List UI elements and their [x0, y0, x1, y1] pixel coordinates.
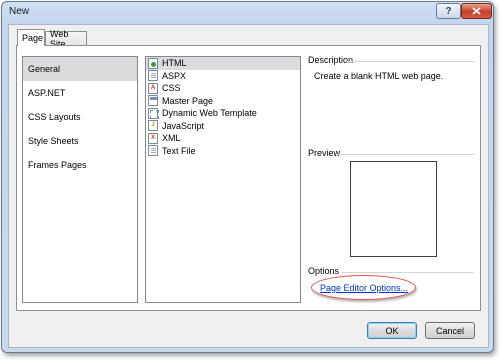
preview-label: Preview — [308, 148, 341, 158]
template-item-xml[interactable]: X XML — [146, 132, 300, 145]
preview-divider — [337, 154, 474, 155]
xml-file-icon: X — [148, 132, 158, 144]
template-item-master-page[interactable]: Master Page — [146, 95, 300, 108]
help-icon: ? — [445, 5, 452, 17]
template-item-label: HTML — [162, 58, 187, 69]
tab-panel-page: General ASP.NET CSS Layouts Style Sheets… — [16, 45, 481, 311]
html-file-icon — [148, 57, 158, 69]
options-label: Options — [308, 266, 340, 276]
tab-web-site[interactable]: Web Site — [45, 29, 87, 49]
template-item-label: JavaScript — [162, 120, 205, 131]
options-divider — [342, 272, 474, 273]
close-icon — [472, 7, 481, 15]
category-list[interactable]: General ASP.NET CSS Layouts Style Sheets… — [22, 56, 138, 303]
template-list[interactable]: HTML ASPX A CSS Master Page Dynamic Web … — [145, 56, 301, 303]
aspx-file-icon — [148, 70, 158, 82]
help-button[interactable]: ? — [436, 3, 461, 19]
template-item-dynamic-web-template[interactable]: Dynamic Web Template — [146, 107, 300, 120]
description-divider — [347, 61, 474, 62]
ok-button[interactable]: OK — [367, 322, 417, 339]
template-item-css[interactable]: A CSS — [146, 82, 300, 95]
close-button[interactable] — [461, 3, 492, 19]
tab-page[interactable]: Page — [17, 29, 45, 46]
description-text: Create a blank HTML web page. — [314, 71, 444, 81]
css-file-icon: A — [148, 82, 158, 94]
new-dialog: New ? Page Web Site General ASP.NET CSS … — [1, 1, 494, 353]
template-item-text-file[interactable]: Text File — [146, 145, 300, 158]
template-item-label: Text File — [162, 145, 196, 156]
javascript-file-icon: J — [148, 120, 158, 132]
template-item-label: Master Page — [162, 95, 214, 106]
description-label: Description — [308, 55, 354, 65]
text-file-icon — [148, 145, 158, 157]
template-item-javascript[interactable]: J JavaScript — [146, 120, 300, 133]
category-item-style-sheets[interactable]: Style Sheets — [23, 129, 137, 153]
template-item-html[interactable]: HTML — [146, 57, 300, 70]
category-item-css-layouts[interactable]: CSS Layouts — [23, 105, 137, 129]
master-page-icon — [148, 95, 158, 107]
category-item-general[interactable]: General — [23, 57, 137, 81]
dialog-title: New — [9, 6, 30, 17]
category-item-asp-net[interactable]: ASP.NET — [23, 81, 137, 105]
template-item-label: ASPX — [162, 70, 187, 81]
title-bar[interactable]: New ? — [2, 2, 493, 23]
template-item-label: XML — [162, 133, 181, 144]
dialog-body: Page Web Site General ASP.NET CSS Layout… — [8, 24, 489, 348]
tab-page-label: Page — [22, 33, 44, 43]
preview-thumbnail — [350, 161, 437, 257]
cancel-button[interactable]: Cancel — [425, 322, 475, 339]
dynamic-web-template-icon — [148, 107, 159, 119]
template-item-aspx[interactable]: ASPX — [146, 70, 300, 83]
category-item-frames-pages[interactable]: Frames Pages — [23, 153, 137, 177]
template-item-label: Dynamic Web Template — [162, 108, 257, 119]
template-item-label: CSS — [162, 83, 181, 94]
page-editor-options-link[interactable]: Page Editor Options... — [320, 283, 408, 293]
